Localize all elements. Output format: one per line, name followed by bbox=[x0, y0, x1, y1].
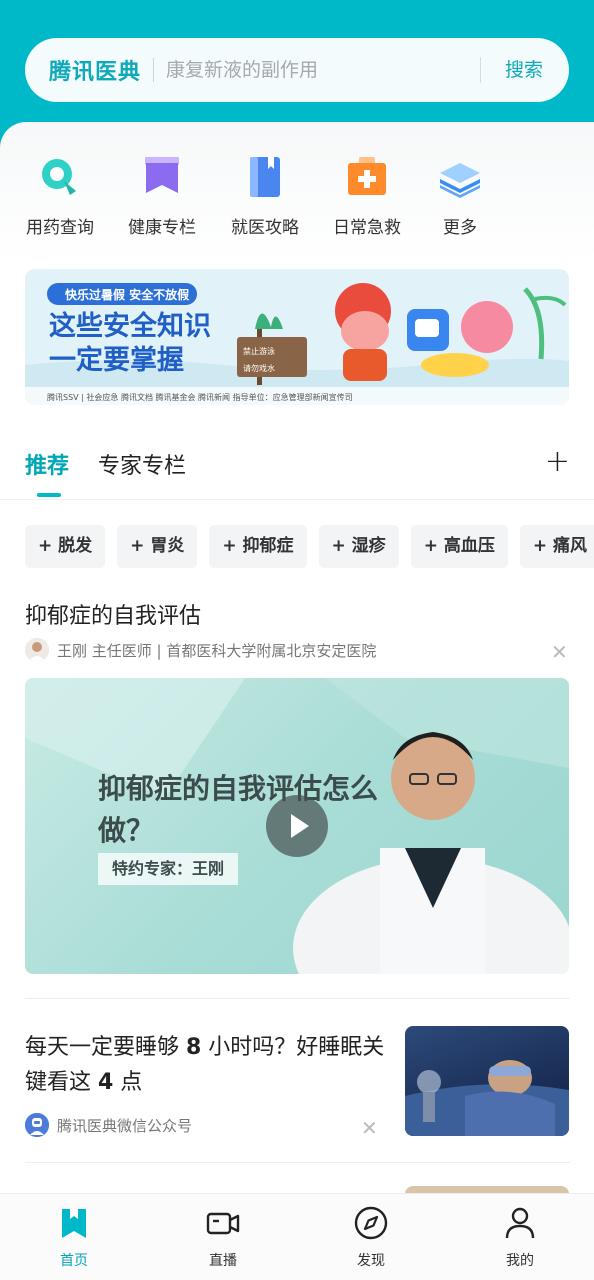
quick-entry-medical-guide[interactable]: 就医攻略 bbox=[215, 150, 315, 238]
banner-headline-1: 这些安全知识 bbox=[49, 310, 211, 342]
nav-profile[interactable]: 我的 bbox=[480, 1206, 560, 1270]
quick-entry-label: 就医攻略 bbox=[231, 218, 299, 238]
divider bbox=[25, 998, 570, 999]
article-author-row: 王刚 主任医师 | 首都医科大学附属北京安定医院 bbox=[25, 637, 570, 663]
quick-entry-label: 健康专栏 bbox=[128, 218, 196, 238]
nav-home[interactable]: 首页 bbox=[34, 1206, 114, 1270]
banner-headline-2: 一定要掌握 bbox=[49, 344, 184, 376]
quick-entry-more[interactable]: 更多 bbox=[410, 150, 510, 238]
search-divider bbox=[153, 58, 155, 82]
nav-label: 我的 bbox=[506, 1253, 534, 1269]
banner-sign-1: 禁止游泳 bbox=[243, 346, 275, 356]
promo-banner[interactable]: 快乐过暑假 安全不放假 这些安全知识 一定要掌握 禁止游泳 请勿戏水 腾讯SSV… bbox=[25, 269, 569, 405]
search-input[interactable] bbox=[166, 59, 480, 81]
first-aid-kit-icon bbox=[343, 153, 391, 201]
nav-discover[interactable]: 发现 bbox=[331, 1206, 411, 1270]
video-camera-icon bbox=[206, 1206, 240, 1240]
quick-entry-row: 用药查询 健康专栏 就医攻略 日常急救 更多 bbox=[0, 150, 594, 240]
bookmark-icon bbox=[138, 153, 186, 201]
quick-entry-label: 日常急救 bbox=[333, 218, 401, 238]
quick-entry-first-aid[interactable]: 日常急救 bbox=[317, 150, 417, 238]
nav-label: 首页 bbox=[60, 1253, 88, 1269]
tab-recommended[interactable]: 推荐 bbox=[25, 448, 69, 480]
topic-chip[interactable]: + 湿疹 bbox=[318, 525, 399, 568]
home-bookmark-icon bbox=[57, 1206, 91, 1240]
feed-tabs: 推荐 专家专栏 + bbox=[0, 440, 594, 500]
quick-entry-label: 更多 bbox=[443, 218, 477, 238]
avatar bbox=[25, 638, 49, 662]
person-icon bbox=[503, 1206, 537, 1240]
article-thumbnail[interactable] bbox=[405, 1026, 569, 1136]
topic-chip[interactable]: + 脱发 bbox=[25, 525, 106, 568]
pill-search-icon bbox=[36, 153, 84, 201]
play-icon[interactable] bbox=[266, 795, 328, 857]
close-icon[interactable]: ✕ bbox=[551, 640, 568, 664]
quick-entry-drug-search[interactable]: 用药查询 bbox=[10, 150, 110, 238]
article-source-row: 腾讯医典微信公众号 bbox=[25, 1113, 192, 1137]
tab-expert-column[interactable]: 专家专栏 bbox=[98, 448, 186, 480]
article-title-text: 每天一定要睡够 bbox=[25, 1035, 186, 1060]
brand-logo: 腾讯医典 bbox=[49, 60, 142, 85]
article-author: 王刚 主任医师 | 首都医科大学附属北京安定医院 bbox=[57, 641, 377, 660]
quick-entry-label: 用药查询 bbox=[26, 218, 94, 238]
nav-live[interactable]: 直播 bbox=[183, 1206, 263, 1270]
banner-illustration: 快乐过暑假 安全不放假 这些安全知识 一定要掌握 禁止游泳 请勿戏水 腾讯SSV… bbox=[25, 269, 569, 405]
article-title[interactable]: 每天一定要睡够 8 小时吗？好睡眠关键看这 4 点 bbox=[25, 1030, 390, 1100]
banner-footer: 腾讯SSV | 社会应急 腾讯文档 腾讯基金会 腾讯新闻 指导单位：应急管理部新… bbox=[47, 392, 353, 402]
close-icon[interactable]: ✕ bbox=[361, 1116, 378, 1140]
search-button[interactable]: 搜索 bbox=[479, 57, 569, 83]
nav-label: 直播 bbox=[209, 1253, 237, 1269]
article-title-number: 4 bbox=[98, 1070, 114, 1095]
topic-chip[interactable]: + 抑郁症 bbox=[209, 525, 307, 568]
nav-label: 发现 bbox=[357, 1253, 385, 1269]
video-title: 抑郁症的自我评估怎么做？ bbox=[98, 772, 379, 847]
tab-active-indicator bbox=[37, 493, 61, 497]
compass-icon bbox=[354, 1206, 388, 1240]
search-bar[interactable]: 腾讯医典 搜索 bbox=[25, 38, 569, 102]
layers-icon bbox=[436, 153, 484, 201]
topic-chip[interactable]: + 痛风 bbox=[519, 525, 594, 568]
article-title-number: 8 bbox=[186, 1035, 202, 1060]
banner-tagline: 快乐过暑假 安全不放假 bbox=[65, 287, 190, 302]
article-source: 腾讯医典微信公众号 bbox=[57, 1116, 193, 1135]
topic-chip[interactable]: + 胃炎 bbox=[117, 525, 198, 568]
video-player[interactable]: 抑郁症的自我评估怎么做？ 特约专家：王刚 bbox=[25, 678, 569, 974]
article-title[interactable]: 抑郁症的自我评估 bbox=[25, 598, 201, 630]
avatar bbox=[25, 1113, 49, 1137]
add-tab-button[interactable]: + bbox=[545, 444, 570, 479]
divider bbox=[25, 1162, 570, 1163]
quick-entry-health-column[interactable]: 健康专栏 bbox=[112, 150, 212, 238]
banner-sign-2: 请勿戏水 bbox=[243, 363, 275, 373]
book-icon bbox=[241, 153, 289, 201]
video-expert-label: 特约专家：王刚 bbox=[98, 853, 239, 885]
article-title-text: 点 bbox=[113, 1070, 143, 1095]
topic-chip-row: + 脱发 + 胃炎 + 抑郁症 + 湿疹 + 高血压 + 痛风 bbox=[25, 525, 594, 568]
bottom-nav: 首页 直播 发现 我的 bbox=[0, 1193, 594, 1280]
topic-chip[interactable]: + 高血压 bbox=[410, 525, 508, 568]
